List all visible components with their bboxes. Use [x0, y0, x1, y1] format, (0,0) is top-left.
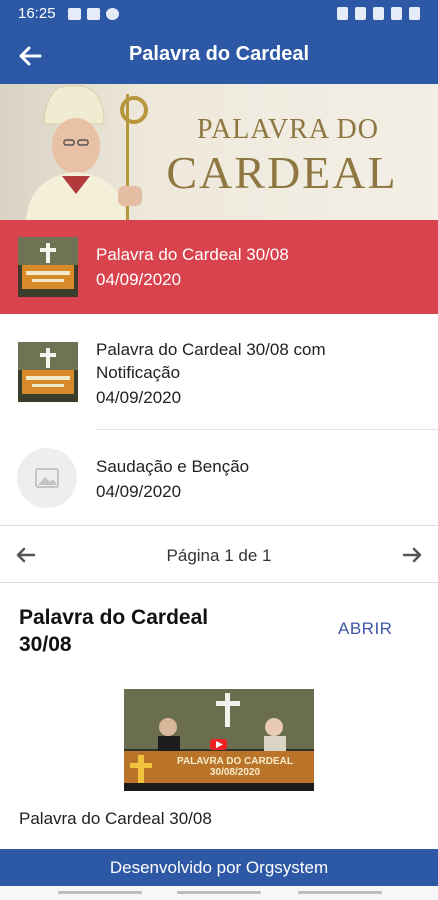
open-button[interactable]: ABRIR — [338, 619, 392, 639]
list-item[interactable]: Saudação e Benção 04/09/2020 — [0, 430, 438, 525]
footer-text: Desenvolvido por Orgsystem — [109, 858, 329, 877]
video-thumbnail[interactable]: PALAVRA DO CARDEAL 30/08/2020 — [124, 689, 314, 791]
wifi-icon — [373, 7, 384, 20]
list-item-text: Saudação e Benção 04/09/2020 — [96, 455, 249, 503]
video-caption-line1: PALAVRA DO CARDEAL — [177, 756, 293, 767]
list-item[interactable]: Palavra do Cardeal 30/08 04/09/2020 — [0, 220, 438, 314]
arrow-right-icon[interactable] — [398, 541, 426, 569]
list-item[interactable]: Palavra do Cardeal 30/08 com Notificação… — [0, 314, 438, 430]
video-caption: PALAVRA DO CARDEAL 30/08/2020 — [160, 756, 310, 778]
banner-title-line2: CARDEAL — [166, 147, 398, 198]
nav-home-indicator[interactable] — [177, 891, 261, 894]
list-item-text: Palavra do Cardeal 30/08 com Notificação… — [96, 338, 396, 409]
chat-notification-icon — [106, 8, 119, 20]
alarm-icon — [337, 7, 348, 20]
video-caption-line2: 30/08/2020 — [209, 767, 261, 778]
page-title: Palavra do Cardeal — [128, 43, 310, 65]
nav-recent-indicator[interactable] — [58, 891, 142, 894]
nav-back-indicator[interactable] — [298, 891, 382, 894]
system-nav-bar — [0, 886, 438, 900]
footer: Desenvolvido por Orgsystem — [0, 849, 438, 886]
detail-title: Palavra do Cardeal 30/08 — [19, 606, 209, 656]
list-item-date: 04/09/2020 — [96, 482, 182, 501]
list-item-title: Palavra do Cardeal 30/08 — [96, 245, 289, 264]
list-item-date: 04/09/2020 — [96, 270, 182, 289]
cardinal-portrait — [26, 85, 148, 220]
video-thumbnail — [18, 342, 78, 402]
notification-icons — [68, 8, 119, 20]
app-bar: Palavra do Cardeal — [0, 28, 438, 84]
gallery-notification-icon — [68, 8, 81, 20]
signal-icon — [391, 7, 402, 20]
list-item-title: Saudação e Benção — [96, 457, 250, 476]
pagination-bar: Página 1 de 1 — [0, 525, 438, 583]
app-notification-icon — [87, 8, 100, 20]
header-banner: PALAVRA DO CARDEAL — [0, 84, 438, 220]
list-item-text: Palavra do Cardeal 30/08 04/09/2020 — [96, 243, 289, 291]
list-item-date: 04/09/2020 — [96, 388, 182, 407]
page-indicator: Página 1 de 1 — [166, 546, 272, 565]
detail-caption: Palavra do Cardeal 30/08 — [19, 809, 212, 828]
list-item-title: Palavra do Cardeal 30/08 com Notificação — [96, 340, 326, 382]
banner-title-line1: PALAVRA DO — [197, 114, 379, 145]
battery-icon — [409, 7, 420, 20]
image-placeholder — [17, 448, 77, 508]
status-time: 16:25 — [18, 5, 56, 22]
image-placeholder-icon — [35, 468, 59, 488]
status-bar: 16:25 — [0, 0, 438, 28]
mute-icon — [355, 7, 366, 20]
video-thumbnail — [18, 237, 78, 297]
system-icons — [337, 7, 420, 20]
